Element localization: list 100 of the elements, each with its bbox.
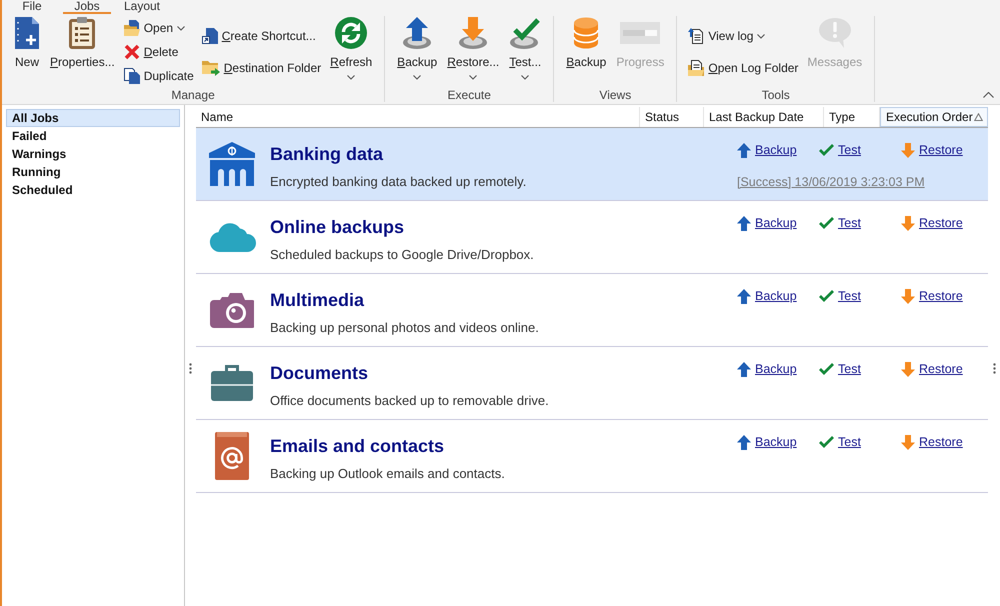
open-log-folder-button[interactable]: Open Log Folder (686, 56, 800, 80)
checkmark-icon (819, 217, 834, 229)
backup-link[interactable]: Backup (737, 142, 797, 158)
column-header[interactable]: Name (196, 107, 640, 127)
column-header[interactable]: Execution Order (880, 107, 988, 127)
ribbon-tab[interactable]: Layout (118, 0, 166, 14)
backup-view-button[interactable]: Backup (563, 16, 610, 88)
clipboard-icon (69, 17, 96, 49)
filter-item[interactable]: Warnings (6, 145, 180, 163)
grip-icon[interactable] (189, 363, 192, 374)
arrow-up-icon (737, 216, 751, 230)
arrow-up-icon (737, 434, 751, 450)
test-link[interactable]: Test (819, 434, 861, 450)
caret-icon (347, 75, 356, 80)
caret-icon (177, 26, 186, 30)
view-log-button[interactable]: View log (686, 24, 800, 48)
create-shortcut-button[interactable]: Create Shortcut... (200, 24, 324, 48)
group-label: Views (599, 88, 632, 102)
job-row[interactable]: Online backups Scheduled backups to Google Drive/Dropbox. Backup Test Restore (196, 201, 988, 274)
column-header[interactable]: Last Backup Date (704, 107, 824, 127)
caret-icon (757, 34, 766, 38)
arrow-down-disc-icon (458, 17, 488, 49)
new-button[interactable]: New (11, 16, 43, 88)
ribbon-tab[interactable]: File (8, 0, 56, 14)
camera-icon (210, 292, 254, 328)
shortcut-document-icon (202, 28, 218, 44)
job-description: Scheduled backups to Google Drive/Dropbox. (270, 247, 534, 263)
refresh-icon (335, 17, 368, 49)
job-title: Emails and contacts (270, 435, 444, 458)
cloud-icon (208, 222, 256, 252)
job-row[interactable]: Banking data Encrypted banking data backed up remotely. Backup Test Restore [Success] 13/06/2019 3:23:03 PM (196, 128, 988, 201)
arrow-up-icon (737, 362, 751, 376)
refresh-button[interactable]: Refresh (327, 16, 376, 88)
restore-link[interactable]: Restore (901, 288, 963, 304)
caret-icon (413, 75, 422, 80)
job-row[interactable]: Multimedia Backing up personal photos and videos online. Backup Test Restore (196, 274, 988, 347)
restore-button[interactable]: Restore... (444, 16, 502, 88)
restore-link[interactable]: Restore (901, 361, 963, 377)
job-row[interactable]: Documents Office documents backed up to removable drive. Backup Test Restore (196, 347, 988, 420)
job-title: Documents (270, 362, 368, 385)
documents-icon (124, 68, 140, 84)
filter-item[interactable]: All Jobs (6, 109, 180, 127)
filter-item[interactable]: Failed (6, 127, 180, 145)
database-icon (573, 17, 600, 49)
progress-bar-icon (620, 22, 660, 44)
grip-icon[interactable] (992, 363, 996, 374)
test-link[interactable]: Test (819, 361, 861, 377)
duplicate-button[interactable]: Duplicate (122, 64, 196, 88)
restore-link[interactable]: Restore (901, 215, 963, 231)
checkmark-icon (819, 144, 834, 156)
document-plus-icon (14, 17, 40, 49)
speech-bubble-icon (818, 18, 851, 48)
job-row[interactable]: Emails and contacts Backing up Outlook emails and contacts. Backup Test Restore (196, 420, 988, 493)
test-button[interactable]: Test... (506, 16, 544, 88)
checkmark-icon (819, 363, 834, 375)
backup-link[interactable]: Backup (737, 215, 797, 231)
job-title: Banking data (270, 143, 384, 166)
delete-button[interactable]: Delete (122, 40, 196, 64)
arrow-down-icon (901, 434, 915, 450)
address-book-icon (215, 432, 249, 480)
backup-link[interactable]: Backup (737, 361, 797, 377)
properties-button[interactable]: Properties... (47, 16, 118, 88)
sort-triangle-icon (974, 113, 983, 121)
test-link[interactable]: Test (819, 215, 861, 231)
arrow-down-icon (901, 362, 915, 376)
test-link[interactable]: Test (819, 142, 861, 158)
job-description: Backing up personal photos and videos online. (270, 320, 539, 336)
caret-icon (469, 75, 478, 80)
briefcase-icon (211, 365, 253, 401)
open-button[interactable]: Open (122, 16, 196, 40)
arrow-down-icon (901, 142, 915, 158)
checkmark-icon (819, 290, 834, 302)
arrow-down-icon (901, 288, 915, 304)
destination-folder-button[interactable]: Destination Folder (200, 56, 324, 80)
folder-arrow-icon (202, 60, 220, 76)
test-link[interactable]: Test (819, 288, 861, 304)
x-mark-icon (124, 44, 140, 60)
backup-link[interactable]: Backup (737, 288, 797, 304)
job-title: Multimedia (270, 289, 364, 312)
checkmark-icon (819, 436, 834, 448)
folder-document-icon (688, 60, 704, 76)
restore-link[interactable]: Restore (901, 434, 963, 450)
column-header[interactable]: Status (640, 107, 704, 127)
backup-button[interactable]: Backup (394, 16, 440, 88)
arrow-down-icon (901, 216, 915, 230)
group-label: Manage (171, 88, 215, 102)
job-title: Online backups (270, 216, 404, 239)
document-arrow-icon (688, 28, 704, 44)
restore-link[interactable]: Restore (901, 142, 963, 158)
job-description: Encrypted banking data backed up remotely. (270, 174, 526, 190)
collapse-ribbon-icon[interactable] (983, 92, 994, 98)
backup-link[interactable]: Backup (737, 434, 797, 450)
folder-document-icon (124, 20, 140, 36)
filter-item[interactable]: Running (6, 163, 180, 181)
job-description: Office documents backed up to removable drive. (270, 393, 549, 409)
arrow-up-icon (737, 142, 751, 158)
bank-icon (208, 142, 256, 186)
filter-item[interactable]: Scheduled (6, 181, 180, 199)
caret-icon (521, 75, 530, 80)
arrow-up-disc-icon (402, 17, 432, 49)
